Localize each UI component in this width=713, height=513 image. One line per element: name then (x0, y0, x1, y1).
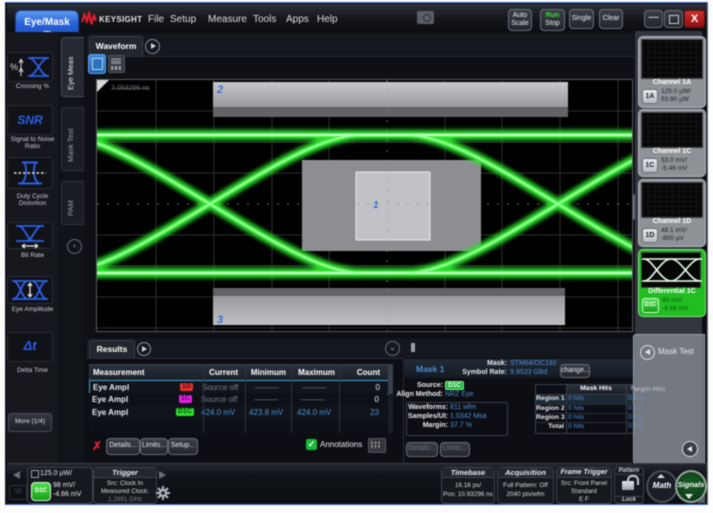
svg-text:%: % (10, 62, 18, 72)
svg-text:2: 2 (216, 84, 223, 96)
svg-text:7.053296 ns: 7.053296 ns (111, 85, 150, 92)
svg-text:3: 3 (217, 314, 223, 326)
svg-text:1: 1 (373, 200, 379, 211)
